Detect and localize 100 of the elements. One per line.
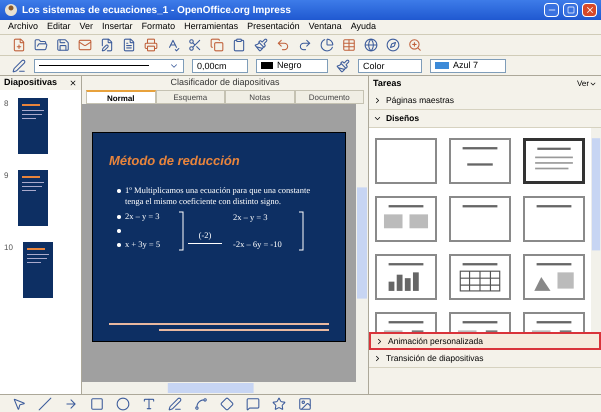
new-document-icon[interactable] — [12, 38, 26, 52]
slide-number: 9 — [4, 170, 8, 182]
left-bracket-icon — [179, 210, 185, 250]
menu-item[interactable]: Ver — [80, 20, 94, 34]
globe-icon[interactable] — [364, 38, 378, 52]
slide-bullet-text: 1º Multiplicamos una ecuación para que una constante tenga el mismo coeficiente con distinto signo. — [125, 184, 312, 206]
connector-icon[interactable] — [194, 396, 208, 410]
line-icon[interactable] — [38, 396, 52, 410]
menu-item[interactable]: Formato — [142, 20, 176, 34]
task-section-header[interactable]: Transición de diapositivas — [369, 350, 601, 368]
slide-thumbnail[interactable] — [22, 242, 53, 298]
panel-title: Tareas — [373, 77, 402, 90]
bullet-icon — [117, 215, 121, 219]
menu-item[interactable]: Editar — [47, 20, 71, 34]
menu-item[interactable]: Presentación — [247, 20, 300, 34]
star-icon[interactable] — [272, 396, 286, 410]
save-icon[interactable] — [56, 38, 70, 52]
folder-icon[interactable] — [34, 38, 48, 52]
line-width-field[interactable]: 0,00cm — [192, 58, 248, 72]
area-icon[interactable] — [336, 58, 350, 72]
layout-thumbnail[interactable] — [523, 254, 585, 300]
line-tool-icon[interactable] — [12, 58, 26, 72]
minimize-button[interactable] — [544, 3, 559, 17]
curve-icon[interactable] — [168, 396, 182, 410]
layout-thumbnail[interactable] — [449, 254, 511, 300]
view-tab[interactable]: Esquema — [156, 90, 225, 104]
menu-item[interactable]: Herramientas — [184, 20, 238, 34]
task-section-header[interactable]: Animación personalizada — [369, 332, 601, 350]
spellcheck-icon[interactable] — [166, 38, 180, 52]
view-menu-button[interactable]: Ver — [576, 78, 597, 90]
equation: -2x – 6y = -10 — [233, 238, 283, 250]
close-icon[interactable] — [69, 79, 77, 87]
chevron-down-icon — [373, 114, 382, 123]
scrollbar[interactable] — [591, 128, 601, 332]
mail-icon[interactable] — [78, 38, 92, 52]
cut-icon[interactable] — [188, 38, 202, 52]
task-section-header[interactable]: Páginas maestras — [369, 92, 601, 110]
layout-thumbnail[interactable] — [523, 138, 585, 184]
bullet-icon — [117, 188, 121, 192]
slide-thumbnail[interactable] — [18, 170, 48, 226]
menu-item[interactable]: Ayuda — [350, 20, 376, 34]
section-label: Animación personalizada — [388, 334, 483, 348]
table-icon[interactable] — [342, 38, 356, 52]
paste-icon[interactable] — [232, 38, 246, 52]
layout-thumbnail[interactable] — [449, 196, 511, 242]
equation: 2x – y = 3 — [233, 210, 269, 224]
slide-title: Método de reducción — [109, 152, 241, 170]
pie-chart-icon[interactable] — [320, 38, 334, 52]
undo-icon[interactable] — [276, 38, 290, 52]
copy-icon[interactable] — [210, 38, 224, 52]
app-icon — [4, 3, 18, 17]
view-tab[interactable]: Notas — [225, 90, 294, 104]
close-button[interactable] — [582, 3, 597, 17]
multiplier: (-2) — [198, 228, 212, 242]
view-tab[interactable]: Documento — [294, 90, 364, 104]
section-label: Páginas maestras — [386, 94, 454, 107]
area-color-dropdown[interactable]: Azul 7 — [430, 58, 506, 72]
zoom-icon[interactable] — [408, 38, 422, 52]
area-style-dropdown[interactable]: Color — [358, 58, 422, 72]
ellipse-icon[interactable] — [116, 396, 130, 410]
layout-thumbnail[interactable] — [375, 138, 437, 184]
maximize-button[interactable] — [563, 3, 578, 17]
layout-thumbnail[interactable] — [375, 196, 437, 242]
shape-icon[interactable] — [220, 396, 234, 410]
layout-thumbnail[interactable] — [375, 254, 437, 300]
pdf-icon[interactable] — [122, 38, 136, 52]
edit-file-icon[interactable] — [100, 38, 114, 52]
maximize-icon — [566, 6, 574, 14]
view-title: Clasificador de diapositivas — [82, 76, 368, 90]
window-title: Los sistemas de ecuaciones_1 - OpenOffice.org Impress — [22, 4, 292, 18]
line-color-dropdown[interactable]: Negro — [256, 58, 328, 72]
layout-thumbnail[interactable] — [523, 196, 585, 242]
menu-item[interactable]: Archivo — [8, 20, 38, 34]
scrollbar[interactable] — [82, 382, 368, 394]
view-tab[interactable]: Normal — [86, 90, 156, 104]
chevron-right-icon — [373, 96, 382, 105]
section-label: Diseños — [386, 112, 420, 125]
callout-icon[interactable] — [246, 396, 260, 410]
rectangle-icon[interactable] — [90, 396, 104, 410]
arrow-icon[interactable] — [64, 396, 78, 410]
scrollbar[interactable] — [356, 104, 368, 382]
close-icon — [584, 5, 594, 15]
paintbrush-icon[interactable] — [254, 38, 268, 52]
menu-item[interactable]: Ventana — [308, 20, 342, 34]
panel-title: Diapositivas — [4, 76, 58, 90]
layout-thumbnail[interactable] — [449, 138, 511, 184]
slide-number: 10 — [4, 242, 13, 254]
right-bracket-icon — [299, 210, 305, 250]
printer-icon[interactable] — [144, 38, 158, 52]
bullet-icon — [117, 229, 121, 233]
slide-thumbnail[interactable] — [18, 98, 48, 154]
slide-number: 8 — [4, 98, 8, 110]
line-style-dropdown[interactable] — [34, 58, 184, 72]
pointer-icon[interactable] — [12, 396, 26, 410]
menu-item[interactable]: Insertar — [102, 20, 133, 34]
bullet-icon — [117, 243, 121, 247]
navigator-icon[interactable] — [386, 38, 400, 52]
image-icon[interactable] — [298, 396, 312, 410]
text-icon[interactable] — [142, 396, 156, 410]
redo-icon[interactable] — [298, 38, 312, 52]
